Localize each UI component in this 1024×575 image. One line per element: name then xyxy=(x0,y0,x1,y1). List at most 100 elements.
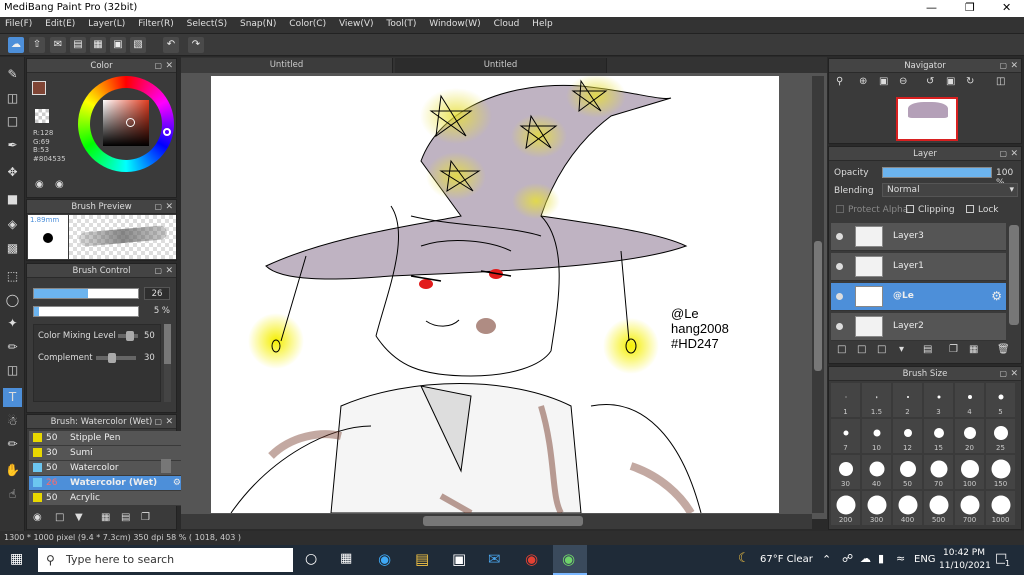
tray-chevron-icon[interactable]: ⌃ xyxy=(822,553,831,566)
page-icon[interactable]: ▦ xyxy=(90,37,106,53)
material-icon[interactable]: ▤ xyxy=(70,37,86,53)
panel-close-icon[interactable]: ✕ xyxy=(165,415,173,429)
menu-cloud[interactable]: Cloud xyxy=(489,17,525,29)
hand-pan-icon[interactable]: ☝ xyxy=(3,485,22,504)
fit-icon[interactable]: ▣ xyxy=(879,76,888,87)
fill-rect-tool-icon[interactable]: ■ xyxy=(3,190,22,209)
rotate-right-icon[interactable]: ↻ xyxy=(966,76,974,87)
undo-icon[interactable]: ↶ xyxy=(163,37,179,53)
dot-tool-icon[interactable]: ✒ xyxy=(3,136,22,155)
close-icon[interactable]: ✕ xyxy=(1002,1,1011,14)
gear-icon[interactable]: ⚙ xyxy=(991,289,1002,303)
brush-size-cell[interactable]: 400 xyxy=(893,491,922,525)
panel-close-icon[interactable]: ✕ xyxy=(165,264,173,278)
brush-size-cell[interactable]: 30 xyxy=(831,455,860,489)
brush-size-cell[interactable]: 2 xyxy=(893,383,922,417)
duplicate-layer-icon[interactable]: ❐ xyxy=(949,344,958,355)
battery-icon[interactable]: ▮ xyxy=(878,552,884,565)
eraser-tool-icon[interactable]: ◫ xyxy=(3,89,22,108)
visibility-icon[interactable] xyxy=(836,263,843,270)
brush-size-cell[interactable]: 10 xyxy=(862,419,891,453)
brush-item[interactable]: 50 Acrylic xyxy=(29,491,184,506)
cortana-icon[interactable]: ○ xyxy=(305,551,317,567)
eyedropper-icon[interactable]: ✏ xyxy=(3,435,22,454)
windows-start-icon[interactable]: ▦ xyxy=(10,551,23,567)
color-picker-cursor[interactable] xyxy=(126,118,135,127)
panel-close-icon[interactable]: ✕ xyxy=(1010,147,1018,161)
brush-size-cell[interactable]: 12 xyxy=(893,419,922,453)
layer-row[interactable]: Layer3 xyxy=(831,223,1006,251)
select-pen-icon[interactable]: ✏ xyxy=(3,338,22,357)
visibility-icon[interactable] xyxy=(836,293,843,300)
new-halftone-layer-icon[interactable]: □ xyxy=(857,344,866,355)
brush-size-cell[interactable]: 700 xyxy=(955,491,984,525)
color-history-icon[interactable]: ◉ xyxy=(55,179,64,190)
brush-size-value[interactable]: 26 xyxy=(144,287,170,300)
scroll-thumb[interactable] xyxy=(164,324,171,364)
mail-icon[interactable]: ✉ xyxy=(488,550,501,568)
color-mixing-slider[interactable] xyxy=(118,331,138,341)
palette-icon[interactable]: ◉ xyxy=(35,179,44,190)
task-view-icon[interactable]: ▦ xyxy=(340,551,352,566)
flip-icon[interactable]: ◫ xyxy=(996,76,1005,87)
menu-edit[interactable]: Edit(E) xyxy=(40,17,80,29)
panel-close-icon[interactable]: ✕ xyxy=(165,59,173,73)
zoom-out-icon[interactable]: ⊖ xyxy=(899,76,907,87)
brush-size-cell[interactable]: 15 xyxy=(924,419,953,453)
canvas-hscroll-thumb[interactable] xyxy=(423,516,583,526)
add-brush-icon[interactable]: ◉ xyxy=(33,512,42,523)
brush-size-cell[interactable]: 50 xyxy=(893,455,922,489)
minimize-icon[interactable]: — xyxy=(926,1,937,14)
brush-item[interactable]: 50 Stipple Pen xyxy=(29,431,184,446)
delete-layer-icon[interactable]: 🗑 xyxy=(997,344,1010,355)
float-icon[interactable]: ▢ xyxy=(154,59,162,73)
brush-size-cell[interactable]: 1000 xyxy=(986,491,1015,525)
menu-snap[interactable]: Snap(N) xyxy=(235,17,281,29)
chrome-icon[interactable]: ◉ xyxy=(525,550,538,568)
clock-time[interactable]: 10:42 PM xyxy=(943,548,985,558)
menu-tool[interactable]: Tool(T) xyxy=(381,17,421,29)
menu-help[interactable]: Help xyxy=(527,17,558,29)
menu-filter[interactable]: Filter(R) xyxy=(133,17,179,29)
brush-control-scrollbar[interactable] xyxy=(164,324,171,402)
layer-row-selected[interactable]: @Le ⚙ xyxy=(831,283,1006,311)
float-icon[interactable]: ▢ xyxy=(154,200,162,214)
bucket-tool-icon[interactable]: ◈ xyxy=(3,215,22,234)
shape-tool-icon[interactable]: □ xyxy=(3,112,22,131)
hue-cursor[interactable] xyxy=(163,128,171,136)
menu-color[interactable]: Color(C) xyxy=(284,17,331,29)
text-tool-icon[interactable]: T xyxy=(3,388,22,407)
language-indicator[interactable]: ENG xyxy=(914,554,936,565)
menu-view[interactable]: View(V) xyxy=(334,17,379,29)
menu-window[interactable]: Window(W) xyxy=(424,17,485,29)
lasso-tool-icon[interactable]: ◯ xyxy=(3,291,22,310)
menu-layer[interactable]: Layer(L) xyxy=(83,17,130,29)
weather-text[interactable]: 67°F Clear xyxy=(760,554,813,565)
navigator-preview[interactable] xyxy=(896,97,958,141)
brush-menu-icon[interactable]: ▼ xyxy=(75,512,83,523)
layer-opacity-slider[interactable] xyxy=(882,167,992,178)
new-8bit-layer-icon[interactable]: □ xyxy=(877,344,886,355)
reset-rotation-icon[interactable]: ▣ xyxy=(946,76,955,87)
merge-down-icon[interactable]: ▦ xyxy=(969,344,978,355)
brush-list-scroll-thumb[interactable] xyxy=(161,459,171,473)
redo-icon[interactable]: ↷ xyxy=(188,37,204,53)
restore-icon[interactable]: ❐ xyxy=(965,1,975,14)
cloud-icon[interactable]: ☁ xyxy=(8,37,24,53)
brush-size-cell[interactable]: 25 xyxy=(986,419,1015,453)
brush-size-cell[interactable]: 1 xyxy=(831,383,860,417)
onedrive-icon[interactable]: ☁ xyxy=(860,552,871,565)
brush-size-cell[interactable]: 4 xyxy=(955,383,984,417)
canvas-vertical-scrollbar[interactable] xyxy=(812,76,824,513)
tab-untitled-2[interactable]: Untitled xyxy=(395,58,607,73)
brush-size-cell[interactable]: 5 xyxy=(986,383,1015,417)
grid-icon[interactable]: ▧ xyxy=(130,37,146,53)
new-layer-icon[interactable]: □ xyxy=(837,344,846,355)
complement-slider[interactable] xyxy=(96,353,136,363)
brush-size-cell[interactable]: 7 xyxy=(831,419,860,453)
clipping-checkbox[interactable] xyxy=(906,205,914,213)
magic-wand-icon[interactable]: ✦ xyxy=(3,314,22,333)
brush-size-cell[interactable]: 500 xyxy=(924,491,953,525)
brush-size-slider[interactable] xyxy=(33,288,139,299)
panel-close-icon[interactable]: ✕ xyxy=(1010,367,1018,381)
